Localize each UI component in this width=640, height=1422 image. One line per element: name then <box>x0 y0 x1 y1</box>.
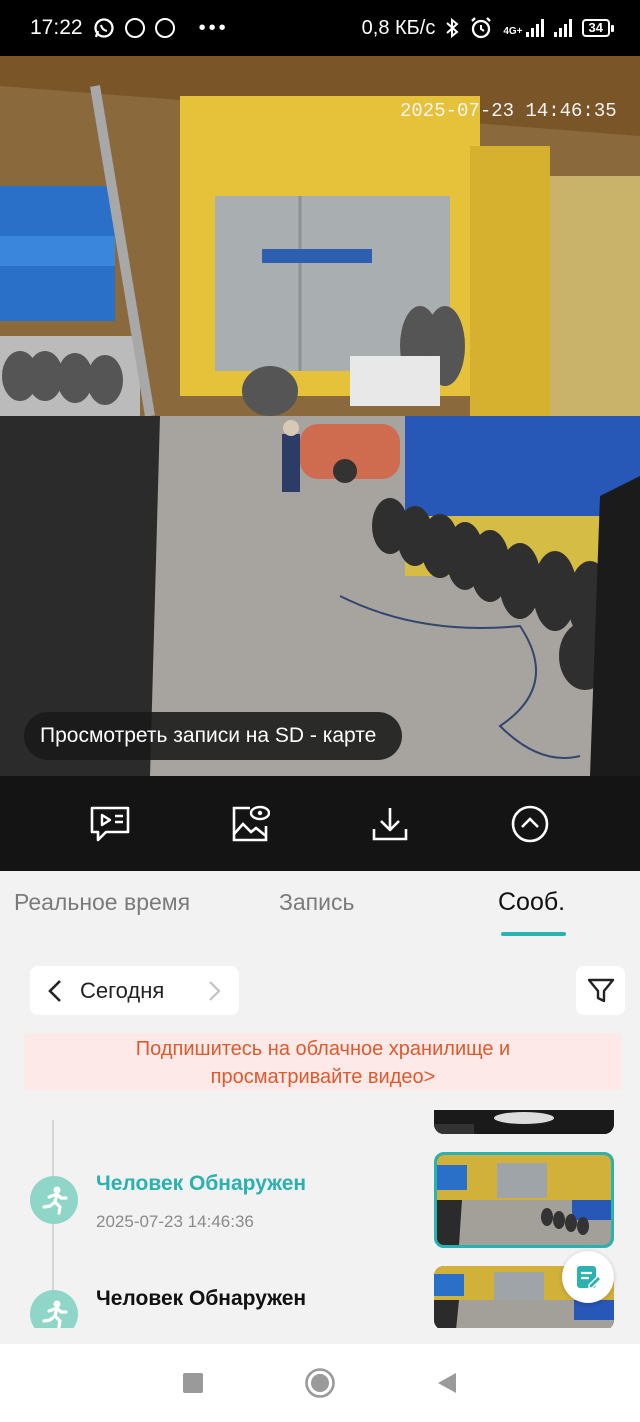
chevron-up-icon <box>511 805 549 842</box>
motion-person-icon <box>30 1176 78 1224</box>
event-title[interactable]: Человек Обнаружен <box>96 1287 306 1311</box>
tab-recording[interactable]: Запись <box>279 889 354 916</box>
feedback-fab-button[interactable] <box>562 1251 614 1303</box>
square-icon <box>183 1373 204 1393</box>
gallery-view-icon <box>232 805 270 841</box>
camera-video-feed[interactable]: 2025-07-23 14:46:35 Просмотреть записи н… <box>0 56 640 776</box>
status-time: 17:22 <box>30 16 83 39</box>
date-label[interactable]: Сегодня <box>80 978 189 1004</box>
battery-indicator: 34 <box>581 19 615 37</box>
previous-day-button[interactable] <box>30 966 80 1015</box>
chevron-left-icon <box>48 979 61 1002</box>
promo-line-1: Подпишитесь на облачное хранилище и <box>135 1038 511 1060</box>
status-bar: 17:22 ••• 0,8 КБ/с 4G+ 34 <box>0 0 640 56</box>
thumbnail-image <box>434 1110 614 1134</box>
back-button[interactable] <box>427 1363 467 1403</box>
app-screen: 17:22 ••• 0,8 КБ/с 4G+ 34 2025-07-23 14:… <box>0 0 640 1422</box>
filter-icon <box>587 978 614 1002</box>
tab-realtime[interactable]: Реальное время <box>14 889 190 916</box>
event-thumbnail-selected[interactable] <box>434 1152 614 1248</box>
cloud-storage-promo[interactable]: Подпишитесь на облачное хранилище и прос… <box>24 1033 622 1090</box>
next-day-button[interactable] <box>189 966 239 1015</box>
motion-person-icon <box>30 1290 78 1328</box>
app-notification-icon <box>124 18 145 38</box>
download-icon <box>372 807 408 840</box>
date-selector: Сегодня <box>30 966 239 1015</box>
event-time: 2025-07-23 14:46:36 <box>96 1212 254 1231</box>
whatsapp-icon <box>93 18 114 38</box>
promo-line-2: просматривайте видео> <box>210 1066 436 1088</box>
signal-strength-icon <box>553 19 572 37</box>
more-notifications-icon: ••• <box>198 16 229 39</box>
expand-button[interactable] <box>508 802 552 846</box>
event-list: Человек Обнаружен 2025-07-23 14:46:36 Че… <box>0 1110 640 1328</box>
recent-apps-button[interactable] <box>173 1363 213 1403</box>
system-navigation-bar <box>0 1344 640 1422</box>
bluetooth-icon <box>446 17 459 39</box>
app-notification-icon <box>154 18 175 38</box>
edit-note-icon <box>577 1266 602 1289</box>
network-type: 4G+ <box>503 26 523 37</box>
event-title[interactable]: Человек Обнаружен <box>96 1172 306 1196</box>
event-thumbnail[interactable] <box>434 1110 614 1134</box>
video-timestamp: 2025-07-23 14:46:35 <box>400 100 617 122</box>
alarm-icon <box>471 17 492 39</box>
signal-strength-icon <box>525 19 544 37</box>
circle-home-icon <box>305 1368 335 1398</box>
tab-messages[interactable]: Сооб. <box>498 888 565 917</box>
video-toolbar <box>0 776 640 871</box>
active-tab-indicator <box>501 932 566 936</box>
home-button[interactable] <box>300 1363 340 1403</box>
view-tabs: Реальное время Запись Сооб. <box>0 871 640 941</box>
thumbnail-image <box>437 1155 611 1245</box>
network-speed: 0,8 КБ/с <box>361 16 436 39</box>
gallery-button[interactable] <box>228 802 272 846</box>
playback-icon <box>90 806 130 841</box>
playback-button[interactable] <box>88 802 132 846</box>
filter-button[interactable] <box>576 966 625 1015</box>
chevron-right-icon <box>209 980 221 1001</box>
sd-card-records-toast[interactable]: Просмотреть записи на SD - карте <box>24 712 403 760</box>
triangle-back-icon <box>437 1373 456 1393</box>
camera-image: 2025-07-23 14:46:35 <box>0 56 640 776</box>
download-button[interactable] <box>368 802 412 846</box>
